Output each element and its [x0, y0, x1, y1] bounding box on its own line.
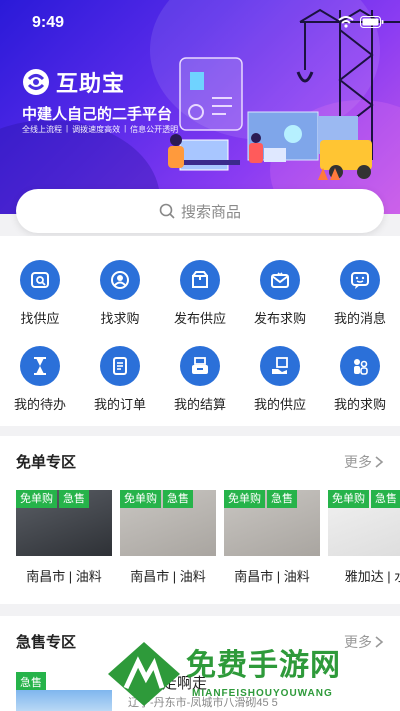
brand: 互助宝: [22, 66, 125, 98]
status-bar: 9:49: [0, 0, 400, 46]
menu-label: 我的供应: [253, 397, 306, 412]
product-image: 免单购 急售: [120, 490, 216, 556]
logo-icon: [23, 69, 49, 95]
menu-my-todo[interactable]: 我的待办: [0, 346, 80, 413]
battery-icon: [360, 16, 384, 28]
free-badge: 免单购: [120, 490, 161, 508]
menu-my-supply[interactable]: 我的供应: [240, 346, 320, 413]
menu-my-orders[interactable]: 我的订单: [80, 346, 160, 413]
hero-banner[interactable]: 9:49 互助宝 中建人自己的二手平台 全线上流程 | 调拨速度高效 | 信息公…: [0, 0, 400, 214]
publish-supply-icon: [192, 271, 208, 288]
banner-taglines: 全线上流程 | 调拨速度高效 | 信息公开透明: [22, 124, 179, 134]
search-placeholder: 搜索商品: [180, 203, 241, 221]
urgent-badge: 急售: [16, 672, 46, 692]
product-image: 免单购 急售: [224, 490, 320, 556]
tagline-item: 全线上流程: [22, 125, 62, 134]
find-supply-icon: [31, 272, 49, 288]
menu-label: 发布求购: [253, 311, 306, 326]
menu-label: 发布供应: [173, 311, 226, 326]
order-list-icon: [113, 357, 127, 375]
menu-my-settlement[interactable]: 我的结算: [160, 346, 240, 413]
status-time: 9:49: [32, 14, 65, 31]
urgent-badge: 急售: [163, 490, 193, 508]
chevron-right-icon: [375, 456, 384, 468]
publish-demand-icon: [271, 272, 289, 288]
product-card[interactable]: 免单购 急售 南昌市 | 油料: [224, 490, 320, 585]
more-label: 更多: [344, 454, 372, 470]
brand-name: 互助宝: [56, 71, 126, 96]
free-badge: 免单购: [16, 490, 57, 508]
product-image[interactable]: [16, 690, 112, 711]
urgent-badge: 急售: [371, 490, 400, 508]
menu-messages[interactable]: 我的消息: [320, 260, 400, 327]
product-image: 免单购 急售: [16, 490, 112, 556]
product-label: 南昌市 | 油料: [130, 569, 206, 584]
product-label: 雅加达 | 水: [344, 569, 400, 584]
wifi-icon: [338, 16, 354, 28]
watermark-subtitle: MIANFEISHOUYOUWANG: [192, 688, 333, 699]
search-bar[interactable]: 搜索商品: [16, 189, 384, 233]
cash-register-icon: [192, 357, 208, 374]
my-supply-icon: [272, 357, 288, 374]
menu-label: 找供应: [20, 311, 60, 326]
product-image: 免单购 急售: [328, 490, 400, 556]
free-badge: 免单购: [224, 490, 265, 508]
free-card-list[interactable]: 免单购 急售 南昌市 | 油料 免单购 急售 南昌市 | 油料 免单购 急售 南…: [0, 486, 400, 596]
product-label: 南昌市 | 油料: [26, 569, 102, 584]
banner-slogan: 中建人自己的二手平台: [22, 106, 173, 123]
search-icon: [159, 203, 175, 219]
hourglass-icon: [34, 357, 46, 375]
product-label: 南昌市 | 油料: [234, 569, 310, 584]
tagline-item: 调拨速度高效: [72, 125, 121, 134]
menu-label: 我的订单: [93, 397, 146, 412]
watermark-title: 免费手游网: [186, 649, 341, 682]
find-demand-icon: [111, 271, 129, 289]
function-grid: 找供应 找求购 发布供应 发布求购 我的消息 我的待办 我的订单 我的结算 我的…: [0, 236, 400, 426]
menu-label: 我的待办: [13, 397, 66, 412]
menu-my-demand[interactable]: 我的求购: [320, 346, 400, 413]
free-section: 免单专区 更多 免单购 急售 南昌市 | 油料 免单购 急售 南昌市 | 油料: [0, 436, 400, 604]
section-title: 免单专区: [16, 454, 77, 471]
my-demand-icon: [354, 359, 368, 375]
menu-label: 找求购: [100, 311, 140, 326]
tagline-item: 信息公开透明: [130, 125, 179, 134]
menu-find-supply[interactable]: 找供应: [0, 260, 80, 327]
menu-label: 我的消息: [333, 311, 386, 326]
section-title: 急售专区: [16, 634, 77, 651]
free-badge: 免单购: [328, 490, 369, 508]
menu-publish-supply[interactable]: 发布供应: [160, 260, 240, 327]
menu-label: 我的结算: [173, 397, 226, 412]
watermark-logo-icon: [108, 642, 180, 706]
menu-label: 我的求购: [333, 397, 386, 412]
menu-publish-demand[interactable]: 发布求购: [240, 260, 320, 327]
more-link[interactable]: 更多: [344, 452, 384, 472]
menu-find-demand[interactable]: 找求购: [80, 260, 160, 327]
watermark: 免费手游网 MIANFEISHOUYOUWANG: [104, 636, 400, 711]
product-card[interactable]: 免单购 急售 雅加达 | 水: [328, 490, 400, 585]
product-card[interactable]: 免单购 急售 南昌市 | 油料: [120, 490, 216, 585]
product-card[interactable]: 免单购 急售 南昌市 | 油料: [16, 490, 112, 585]
urgent-badge: 急售: [267, 490, 297, 508]
messages-icon: [351, 272, 369, 289]
urgent-badge: 急售: [59, 490, 89, 508]
